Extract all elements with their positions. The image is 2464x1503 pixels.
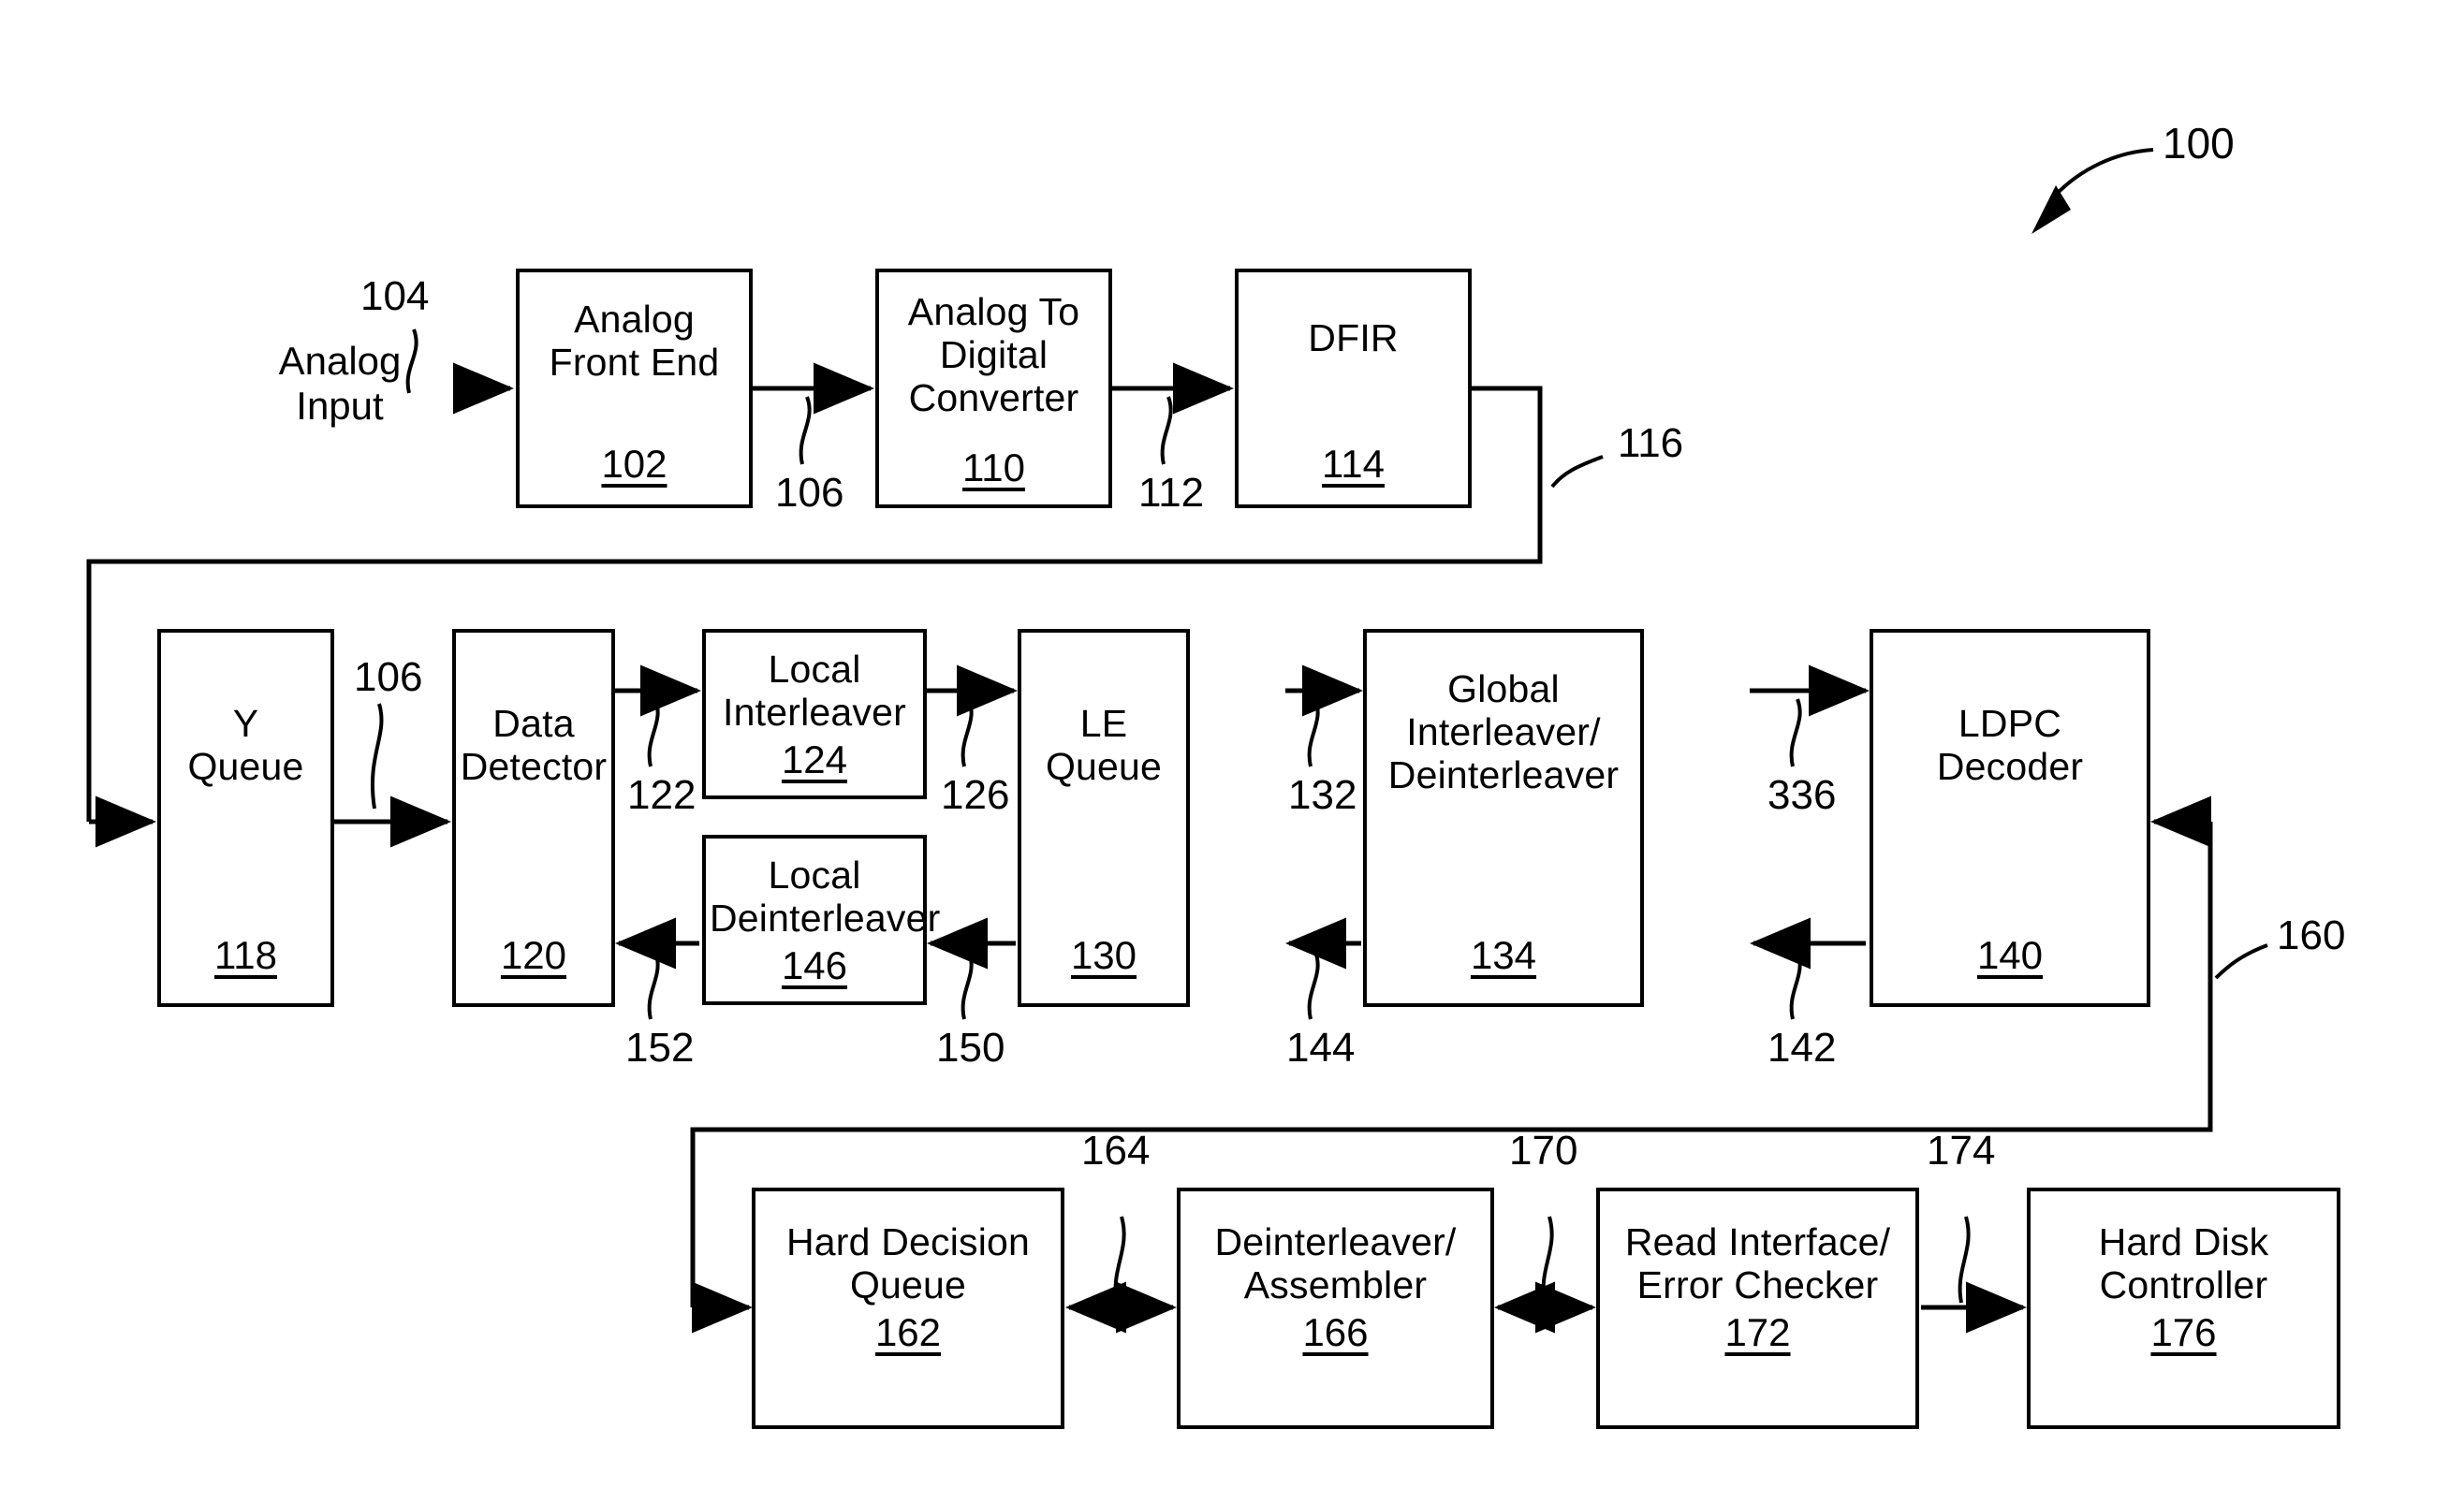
block-reference-number: 130 (1070, 933, 1137, 977)
block-ldpc-decoder[interactable]: LDPC Decoder 140 (1870, 629, 2150, 1007)
signal-label-160: 160 (2277, 912, 2346, 958)
block-local-interleaver[interactable]: Local Interleaver 124 (702, 629, 927, 799)
block-reference-number: 102 (601, 442, 667, 486)
block-title: Local Interleaver (723, 648, 906, 734)
block-title: Deinterleaver/ Assembler (1214, 1220, 1457, 1306)
block-analog-front-end[interactable]: Analog Front End 102 (516, 269, 753, 508)
block-title: Analog Front End (549, 298, 720, 384)
block-hard-disk-controller[interactable]: Hard Disk Controller 176 (2027, 1188, 2340, 1429)
block-local-deinterleaver[interactable]: Local Deinterleaver 146 (702, 835, 941, 1005)
signal-label-126: 126 (941, 772, 1010, 818)
block-deinterleaver-assembler[interactable]: Deinterleaver/ Assembler 166 (1177, 1188, 1494, 1429)
signal-label-112: 112 (1138, 470, 1205, 516)
signal-label-104: 104 (360, 273, 430, 319)
analog-input-label: Analog Input (278, 339, 402, 428)
block-dfir[interactable]: DFIR 114 (1235, 269, 1472, 508)
block-reference-number: 140 (1976, 933, 2044, 977)
block-reference-number: 114 (1322, 442, 1385, 486)
block-reference-number: 134 (1470, 933, 1537, 977)
signal-label-170: 170 (1509, 1128, 1578, 1174)
block-title: Data Detector (460, 702, 608, 788)
figure-number: 100 (2163, 119, 2235, 168)
block-reference-number: 146 (781, 942, 848, 987)
signal-label-144: 144 (1286, 1025, 1356, 1071)
block-analog-to-digital-converter[interactable]: Analog To Digital Converter 110 (875, 269, 1112, 508)
signal-label-106-afe: 106 (775, 470, 844, 516)
block-global-interleaver-deinterleaver[interactable]: Global Interleaver/ Deinterleaver 134 (1363, 629, 1644, 1007)
block-title: Global Interleaver/ Deinterleaver (1387, 667, 1620, 796)
signal-label-174: 174 (1927, 1128, 1996, 1174)
block-reference-number: 110 (962, 445, 1025, 489)
block-title: Analog To Digital Converter (907, 290, 1080, 419)
patent-figure-block-diagram: 100 Analog Input Analog Front End 102 An… (0, 0, 2464, 1503)
block-reference-number: 166 (1302, 1309, 1369, 1354)
block-title: Hard Decision Queue (785, 1220, 1031, 1306)
signal-label-116: 116 (1618, 420, 1684, 466)
block-title: Hard Disk Controller (2098, 1220, 2269, 1306)
block-title: LE Queue (1045, 702, 1163, 788)
block-y-queue[interactable]: Y Queue 118 (157, 629, 334, 1007)
signal-label-336: 336 (1767, 772, 1837, 818)
block-title: Y Queue (187, 702, 304, 788)
block-le-queue[interactable]: LE Queue 130 (1018, 629, 1190, 1007)
block-hard-decision-queue[interactable]: Hard Decision Queue 162 (752, 1188, 1064, 1429)
block-data-detector[interactable]: Data Detector 120 (452, 629, 615, 1007)
block-reference-number: 162 (874, 1309, 942, 1354)
block-reference-number: 120 (500, 933, 567, 977)
block-title: DFIR (1308, 316, 1399, 359)
signal-label-164: 164 (1081, 1128, 1151, 1174)
block-reference-number: 118 (214, 933, 277, 977)
signal-label-150: 150 (936, 1025, 1005, 1071)
block-read-interface-error-checker[interactable]: Read Interface/ Error Checker 172 (1596, 1188, 1919, 1429)
signal-label-122: 122 (627, 772, 697, 818)
block-title: LDPC Decoder (1936, 702, 2084, 788)
block-title: Read Interface/ Error Checker (1624, 1220, 1891, 1306)
block-reference-number: 172 (1724, 1309, 1791, 1354)
signal-label-142: 142 (1767, 1025, 1837, 1071)
signal-label-132: 132 (1288, 772, 1357, 818)
block-title: Local Deinterleaver (710, 854, 941, 940)
block-reference-number: 124 (781, 737, 848, 781)
block-reference-number: 176 (2150, 1309, 2217, 1354)
signal-label-152: 152 (625, 1025, 695, 1071)
signal-label-106-yqueue: 106 (354, 654, 423, 700)
